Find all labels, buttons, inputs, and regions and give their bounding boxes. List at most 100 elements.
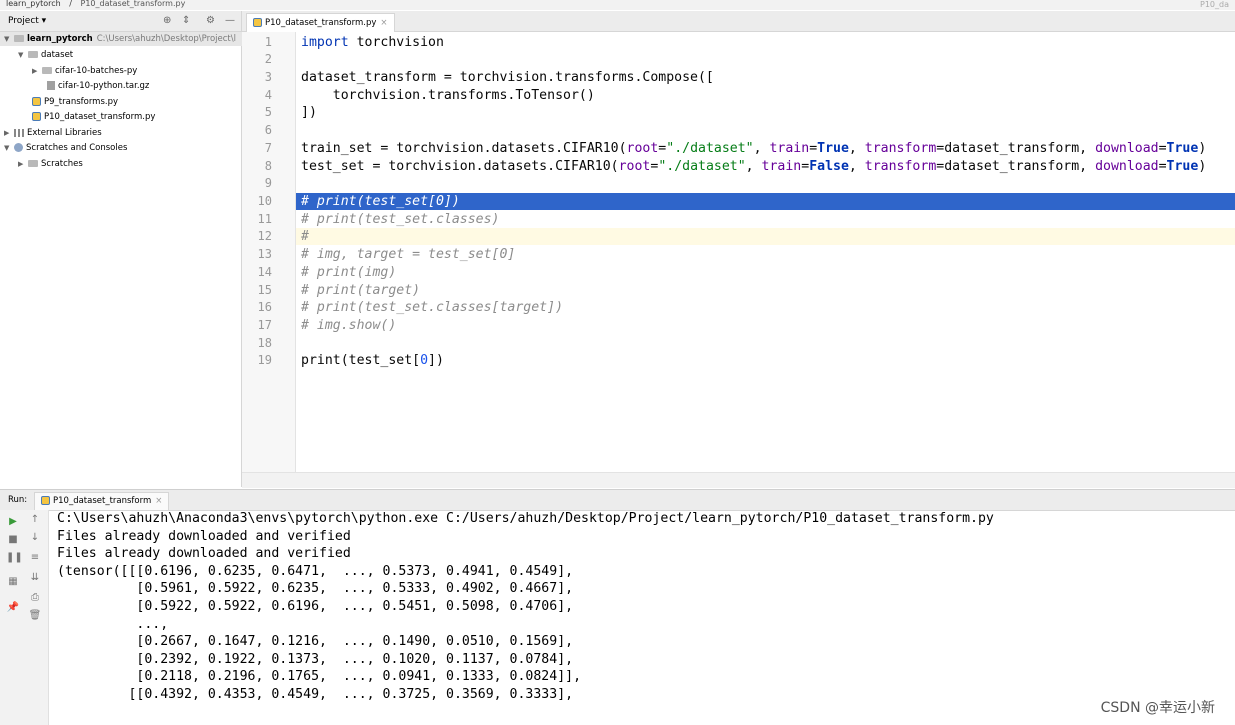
code-line-3: dataset_transform = torchvision.transfor… (301, 70, 714, 85)
line-number: 9 (264, 176, 272, 190)
chevron-right-icon[interactable]: ▶ (4, 126, 14, 140)
number-token: 0 (420, 353, 429, 368)
console-line: [0.2392, 0.1922, 0.1373, ..., 0.1020, 0.… (57, 651, 574, 667)
tree-item-external-libraries[interactable]: ▶ External Libraries (4, 126, 102, 140)
tree-item-scratches-consoles[interactable]: ▼ Scratches and Consoles (4, 141, 127, 155)
code-line-10: # print(test_set[0]) (301, 194, 460, 209)
code-token: = (1158, 141, 1167, 156)
code-line-8: test_set = torchvision.datasets.CIFAR10(… (301, 158, 1206, 175)
tree-item-dataset[interactable]: ▼ dataset (18, 48, 73, 62)
project-panel-title: Project (8, 16, 39, 26)
rerun-icon[interactable]: ▶ (6, 516, 20, 527)
code-token: ) (1198, 141, 1207, 156)
python-file-icon (41, 496, 50, 505)
hide-panel-icon[interactable]: — (225, 11, 235, 31)
project-panel-header: Project ▾ ⊕ ⇕ ⚙ — (0, 11, 242, 32)
code-line-11: # print(test_set.classes) (301, 212, 500, 227)
editor-tab-label: P10_dataset_transform.py (265, 18, 377, 28)
scroll-up-icon[interactable]: ↑ (28, 514, 42, 525)
tree-item-path: C:\Users\ahuzh\Desktop\Project\l (96, 34, 236, 44)
python-file-icon (253, 18, 262, 27)
code-token: print(test_set[ (301, 353, 421, 368)
breadcrumb: learn_pytorch / P10_dataset_transform.py (0, 0, 1235, 10)
code-line-1: import torchvision (301, 34, 444, 51)
run-console-output[interactable]: C:\Users\ahuzh\Anaconda3\envs\pytorch\py… (57, 510, 1227, 725)
tree-item-learn-pytorch[interactable]: ▼ learn_pytorch C:\Users\ahuzh\Desktop\Pro… (0, 32, 245, 46)
console-line: [0.5922, 0.5922, 0.6196, ..., 0.5451, 0.… (57, 598, 574, 614)
line-number: 17 (257, 318, 272, 332)
close-icon[interactable]: × (155, 496, 162, 506)
breadcrumb-file[interactable]: P10_dataset_transform.py (81, 0, 186, 8)
pin-icon[interactable]: 📌 (6, 602, 20, 613)
keyword-token: True (817, 141, 849, 156)
scroll-to-end-icon[interactable]: ⇊ (28, 572, 42, 583)
tree-item-p9-transforms[interactable]: P9_transforms.py (32, 95, 118, 109)
line-number: 5 (264, 105, 272, 119)
soft-wrap-icon[interactable]: ≡ (28, 552, 42, 563)
code-line-7: train_set = torchvision.datasets.CIFAR10… (301, 140, 1206, 157)
keyword-token: False (809, 159, 849, 174)
folder-icon (14, 35, 24, 42)
code-line-5: ]) (301, 105, 317, 120)
keyword-token: True (1166, 159, 1199, 174)
console-line: C:\Users\ahuzh\Anaconda3\envs\pytorch\py… (57, 511, 994, 526)
param-token: root (618, 159, 651, 174)
tree-item-label: P9_transforms.py (44, 97, 119, 107)
code-token: torchvision (348, 35, 444, 50)
close-icon[interactable]: × (380, 18, 387, 28)
pause-icon[interactable]: ❚❚ (6, 552, 23, 563)
param-token: download (1095, 159, 1159, 174)
scroll-down-icon[interactable]: ↓ (28, 532, 42, 543)
code-token: , (848, 159, 865, 174)
console-line: [0.5961, 0.5922, 0.6235, ..., 0.5333, 0.… (57, 581, 574, 597)
editor-horizontal-scrollbar[interactable] (242, 472, 1235, 488)
code-line-12: # (301, 229, 309, 244)
chevron-down-icon[interactable]: ▼ (18, 48, 28, 62)
string-token: "./dataset" (666, 141, 754, 156)
line-number: 14 (257, 265, 272, 279)
trash-icon[interactable]: 🗑 (28, 610, 42, 621)
run-toolbar: ▶ ↑ ■ ↓ ❚❚ ≡ ▦ ⇊ ⎙ 📌 🗑 (0, 510, 49, 725)
tree-item-label: P10_dataset_transform.py (44, 112, 156, 122)
code-token: =dataset_transform, (936, 159, 1096, 174)
code-token: = (809, 141, 818, 156)
line-number: 1 (264, 35, 272, 49)
tree-item-cifar-batches[interactable]: ▶ cifar-10-batches-py (32, 64, 137, 78)
gear-icon[interactable]: ⚙ (206, 11, 215, 31)
code-line-16: # print(test_set.classes[target]) (301, 300, 564, 315)
caret-line-highlight (296, 228, 1235, 245)
line-number: 13 (257, 247, 272, 261)
project-view-selector[interactable]: Project ▾ (8, 11, 46, 31)
editor-tab-p10[interactable]: P10_dataset_transform.py × (246, 13, 395, 32)
tree-item-cifar-archive[interactable]: cifar-10-python.tar.gz (47, 79, 149, 93)
console-line: [[0.4392, 0.4353, 0.4549, ..., 0.3725, 0… (57, 686, 574, 702)
code-token: , (848, 141, 865, 156)
chevron-down-icon[interactable]: ▼ (4, 141, 14, 155)
line-number: 6 (264, 123, 272, 137)
chevron-down-icon[interactable]: ▼ (4, 32, 14, 46)
chevron-right-icon[interactable]: ▶ (32, 64, 42, 78)
breadcrumb-project[interactable]: learn_pytorch (6, 0, 61, 8)
layout-icon[interactable]: ▦ (6, 576, 20, 587)
run-tab-p10[interactable]: P10_dataset_transform × (34, 492, 170, 510)
param-token: train (761, 159, 802, 174)
console-line: (tensor([[[0.6196, 0.6235, 0.6471, ..., … (57, 563, 574, 579)
code-line-4: torchvision.transforms.ToTensor() (301, 88, 595, 103)
code-token: ) (1198, 159, 1207, 174)
line-number: 18 (257, 336, 272, 350)
code-token: ]) (428, 353, 444, 368)
console-line: Files already downloaded and verified (57, 546, 351, 562)
tree-item-p10-dataset-transform[interactable]: P10_dataset_transform.py (32, 110, 155, 124)
collapse-all-icon[interactable]: ⇕ (182, 11, 190, 31)
line-number: 2 (264, 52, 272, 66)
print-icon[interactable]: ⎙ (28, 592, 42, 603)
keyword-token: True (1166, 141, 1199, 156)
stop-icon[interactable]: ■ (6, 534, 20, 545)
param-token: train (769, 141, 810, 156)
tree-item-scratches[interactable]: ▶ Scratches (18, 157, 83, 171)
code-line-17: # img.show() (301, 318, 397, 333)
code-line-14: # print(img) (301, 265, 397, 280)
chevron-right-icon[interactable]: ▶ (18, 157, 28, 171)
locate-icon[interactable]: ⊕ (163, 11, 171, 31)
line-number: 3 (264, 70, 272, 84)
